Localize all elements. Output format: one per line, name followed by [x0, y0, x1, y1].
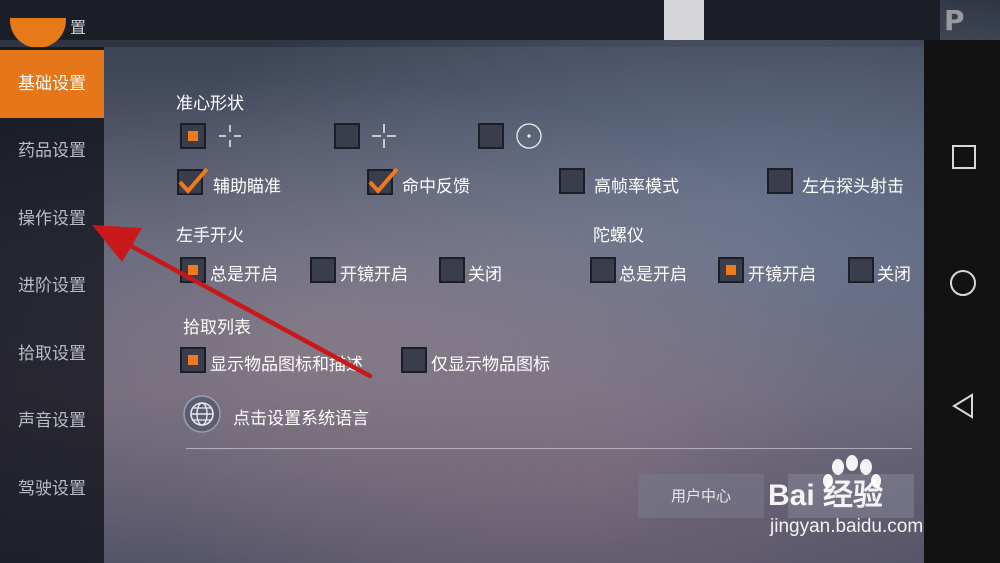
back-icon[interactable]: [951, 393, 975, 419]
lean-shoot-label: 左右探头射击: [802, 177, 904, 197]
pickup-icon-only-label: 仅显示物品图标: [431, 355, 550, 375]
aim-assist-checkbox[interactable]: [176, 166, 210, 196]
left-fire-off-checkbox[interactable]: [439, 257, 465, 283]
crosshair-small-icon: [219, 125, 241, 147]
top-bar: [0, 0, 940, 40]
globe-icon[interactable]: [182, 394, 222, 434]
gyro-always-checkbox[interactable]: [590, 257, 616, 283]
left-fire-always-checkbox[interactable]: [180, 257, 206, 283]
user-center-button[interactable]: 用户中心: [638, 474, 764, 518]
crosshair-option-3-checkbox[interactable]: [478, 123, 504, 149]
lean-shoot-checkbox[interactable]: [767, 168, 793, 194]
left-fire-scope-checkbox[interactable]: [310, 257, 336, 283]
gyro-scope-checkbox[interactable]: [718, 257, 744, 283]
sidebar-item-sound[interactable]: 声音设置: [0, 387, 104, 455]
crosshair-option-2-checkbox[interactable]: [334, 123, 360, 149]
sidebar-item-basic[interactable]: 基础设置: [0, 50, 104, 118]
gyro-always-label: 总是开启: [619, 265, 687, 285]
system-nav-bar: [924, 40, 1000, 563]
crosshair-large-icon: [372, 124, 396, 148]
pickup-list-section-title: 拾取列表: [183, 318, 251, 338]
crosshair-dot-icon: [516, 123, 542, 149]
gyro-off-label: 关闭: [877, 265, 911, 285]
sidebar-item-driving[interactable]: 驾驶设置: [0, 455, 104, 523]
gyro-scope-label: 开镜开启: [748, 265, 816, 285]
pickup-show-all-checkbox[interactable]: [180, 347, 206, 373]
header-title: 置: [70, 18, 87, 37]
left-fire-always-label: 总是开启: [210, 265, 278, 285]
crosshair-section-title: 准心形状: [176, 94, 244, 114]
hit-feedback-label: 命中反馈: [402, 177, 470, 197]
sidebar-item-operation[interactable]: 操作设置: [0, 185, 104, 253]
high-fps-label: 高帧率模式: [594, 177, 679, 197]
gyro-off-checkbox[interactable]: [848, 257, 874, 283]
watermark-brand: Bai 经验: [768, 479, 884, 512]
sidebar-item-pickup[interactable]: 拾取设置: [0, 320, 104, 388]
high-fps-checkbox[interactable]: [559, 168, 585, 194]
pickup-icon-only-checkbox[interactable]: [401, 347, 427, 373]
sidebar-item-medicine[interactable]: 药品设置: [0, 117, 104, 185]
sidebar-item-advanced[interactable]: 进阶设置: [0, 252, 104, 320]
left-fire-scope-label: 开镜开启: [340, 265, 408, 285]
left-fire-off-label: 关闭: [468, 265, 502, 285]
app-logo-icon: P: [944, 4, 965, 37]
top-bar-highlight: [664, 0, 704, 40]
divider: [186, 448, 912, 449]
gyroscope-section-title: 陀螺仪: [593, 226, 644, 246]
pickup-show-all-label: 显示物品图标和描述: [210, 355, 363, 375]
watermark-url: jingyan.baidu.com: [770, 516, 924, 537]
hit-feedback-checkbox[interactable]: [366, 166, 400, 196]
crosshair-option-1-checkbox[interactable]: [180, 123, 206, 149]
home-icon[interactable]: [950, 270, 976, 296]
aim-assist-label: 辅助瞄准: [213, 177, 281, 197]
left-fire-section-title: 左手开火: [176, 226, 244, 246]
recent-apps-icon[interactable]: [952, 145, 976, 169]
language-setting-link[interactable]: 点击设置系统语言: [233, 404, 369, 429]
